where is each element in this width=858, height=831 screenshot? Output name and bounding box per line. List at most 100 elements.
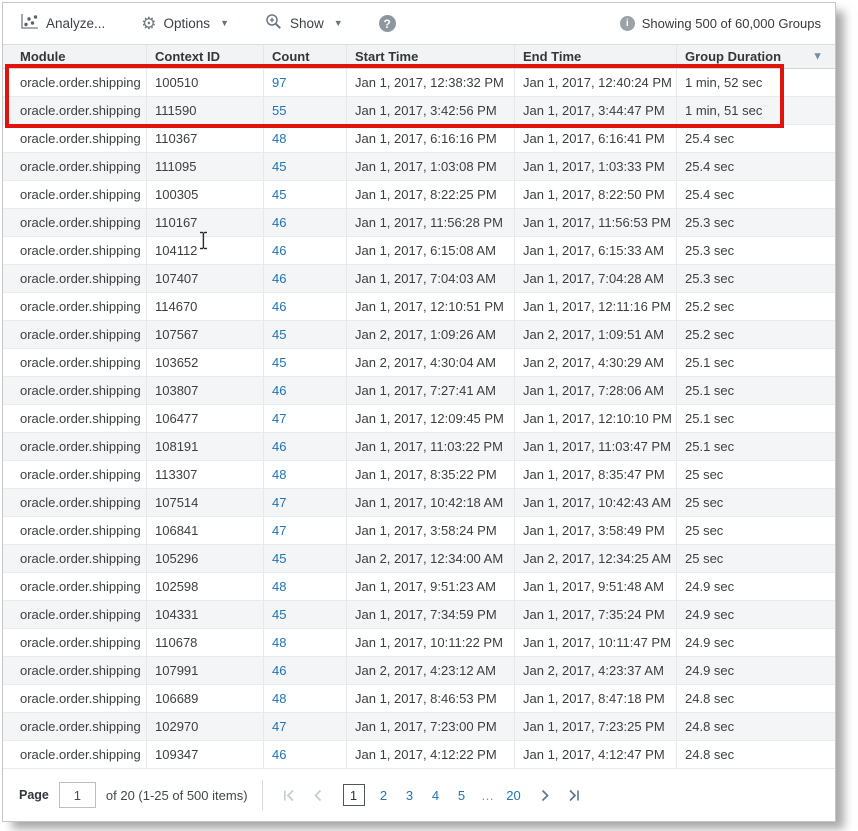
count-link[interactable]: 46	[272, 271, 286, 286]
table-row[interactable]: oracle.order.shipping10684147Jan 1, 2017…	[3, 517, 835, 545]
count-link[interactable]: 45	[272, 551, 286, 566]
cell-context-id: 109347	[147, 741, 264, 768]
table-row[interactable]: oracle.order.shipping10819146Jan 1, 2017…	[3, 433, 835, 461]
table-row[interactable]: oracle.order.shipping10529645Jan 2, 2017…	[3, 545, 835, 573]
column-header-context-id[interactable]: Context ID	[147, 45, 264, 68]
count-link[interactable]: 45	[272, 187, 286, 202]
cell-context-id: 102970	[147, 713, 264, 740]
options-button[interactable]: ⚙ Options ▼	[141, 15, 229, 32]
show-button[interactable]: Show ▼	[265, 13, 343, 34]
analyze-label: Analyze...	[46, 16, 105, 31]
table-row[interactable]: oracle.order.shipping11159055Jan 1, 2017…	[3, 97, 835, 125]
page-number-1[interactable]: 1	[343, 784, 365, 806]
previous-page-button[interactable]	[306, 782, 332, 808]
count-link[interactable]: 45	[272, 159, 286, 174]
pagination-divider	[262, 780, 263, 810]
cell-end-time: Jan 1, 2017, 7:23:25 PM	[515, 713, 677, 740]
analyze-button[interactable]: Analyze...	[19, 13, 105, 34]
show-zoom-icon	[265, 13, 283, 34]
table-row[interactable]: oracle.order.shipping11067848Jan 1, 2017…	[3, 629, 835, 657]
cell-end-time: Jan 1, 2017, 12:11:16 PM	[515, 293, 677, 320]
table-row[interactable]: oracle.order.shipping10740746Jan 1, 2017…	[3, 265, 835, 293]
count-link[interactable]: 48	[272, 691, 286, 706]
table-row[interactable]: oracle.order.shipping10647747Jan 1, 2017…	[3, 405, 835, 433]
count-link[interactable]: 47	[272, 719, 286, 734]
cell-module: oracle.order.shipping	[3, 601, 147, 628]
table-row[interactable]: oracle.order.shipping10365245Jan 2, 2017…	[3, 349, 835, 377]
table-row[interactable]: oracle.order.shipping10799146Jan 2, 2017…	[3, 657, 835, 685]
count-link[interactable]: 45	[272, 607, 286, 622]
table-row[interactable]: oracle.order.shipping10051097Jan 1, 2017…	[3, 69, 835, 97]
count-link[interactable]: 46	[272, 243, 286, 258]
cell-module: oracle.order.shipping	[3, 685, 147, 712]
cell-start-time: Jan 2, 2017, 4:30:04 AM	[347, 349, 515, 376]
cell-count: 48	[264, 685, 347, 712]
cell-end-time: Jan 1, 2017, 9:51:48 AM	[515, 573, 677, 600]
count-link[interactable]: 48	[272, 635, 286, 650]
cell-start-time: Jan 1, 2017, 7:27:41 AM	[347, 377, 515, 404]
count-link[interactable]: 48	[272, 579, 286, 594]
count-link[interactable]: 55	[272, 103, 286, 118]
count-link[interactable]: 47	[272, 495, 286, 510]
cell-end-time: Jan 1, 2017, 7:28:06 AM	[515, 377, 677, 404]
table-row[interactable]: oracle.order.shipping10380746Jan 1, 2017…	[3, 377, 835, 405]
count-link[interactable]: 48	[272, 467, 286, 482]
count-link[interactable]: 97	[272, 75, 286, 90]
table-row[interactable]: oracle.order.shipping10756745Jan 2, 2017…	[3, 321, 835, 349]
count-link[interactable]: 46	[272, 747, 286, 762]
page-input[interactable]	[59, 782, 96, 808]
cell-duration: 24.9 sec	[677, 573, 835, 600]
count-link[interactable]: 46	[272, 215, 286, 230]
cell-count: 45	[264, 153, 347, 180]
cell-module: oracle.order.shipping	[3, 69, 147, 96]
cell-context-id: 110367	[147, 125, 264, 152]
table-row[interactable]: oracle.order.shipping11109545Jan 1, 2017…	[3, 153, 835, 181]
toolbar: Analyze... ⚙ Options ▼ Show ▼ ?	[3, 3, 835, 44]
table-row[interactable]: oracle.order.shipping10030545Jan 1, 2017…	[3, 181, 835, 209]
count-link[interactable]: 45	[272, 327, 286, 342]
count-link[interactable]: 46	[272, 383, 286, 398]
last-page-button[interactable]	[561, 782, 587, 808]
cell-context-id: 111095	[147, 153, 264, 180]
count-link[interactable]: 47	[272, 411, 286, 426]
column-header-module[interactable]: Module	[3, 45, 147, 68]
page-number-2[interactable]: 2	[374, 784, 394, 806]
count-link[interactable]: 47	[272, 523, 286, 538]
column-header-start-time[interactable]: Start Time	[347, 45, 515, 68]
page-number-4[interactable]: 4	[426, 784, 446, 806]
cell-module: oracle.order.shipping	[3, 713, 147, 740]
table-row[interactable]: oracle.order.shipping102970 47 Jan 1, 2017…	[3, 713, 835, 741]
show-label: Show	[290, 16, 324, 31]
column-header-end-time[interactable]: End Time	[515, 45, 677, 68]
table-row[interactable]: oracle.order.shipping10751447Jan 1, 2017…	[3, 489, 835, 517]
page-number-20[interactable]: 20	[504, 784, 524, 806]
next-page-button[interactable]	[532, 782, 558, 808]
column-header-count[interactable]: Count	[264, 45, 347, 68]
count-link[interactable]: 48	[272, 131, 286, 146]
cell-duration: 24.9 sec	[677, 629, 835, 656]
table-row[interactable]: oracle.order.shipping10433145Jan 1, 2017…	[3, 601, 835, 629]
count-link[interactable]: 46	[272, 299, 286, 314]
table-row[interactable]: oracle.order.shipping11036748Jan 1, 2017…	[3, 125, 835, 153]
count-link[interactable]: 46	[272, 663, 286, 678]
cell-context-id: 113307	[147, 461, 264, 488]
cell-end-time: Jan 1, 2017, 8:47:18 PM	[515, 685, 677, 712]
count-link[interactable]: 46	[272, 439, 286, 454]
help-icon[interactable]: ?	[379, 15, 396, 32]
table-row[interactable]: oracle.order.shipping11016746Jan 1, 2017…	[3, 209, 835, 237]
cell-end-time: Jan 1, 2017, 10:11:47 PM	[515, 629, 677, 656]
page-number-5[interactable]: 5	[452, 784, 472, 806]
count-link[interactable]: 45	[272, 355, 286, 370]
table-row[interactable]: oracle.order.shipping10259848Jan 1, 2017…	[3, 573, 835, 601]
table-row[interactable]: oracle.order.shipping10668948Jan 1, 2017…	[3, 685, 835, 713]
table-row[interactable]: oracle.order.shipping10411246Jan 1, 2017…	[3, 237, 835, 265]
cell-duration: 24.8 sec	[677, 713, 835, 740]
table-row[interactable]: oracle.order.shipping10934746Jan 1, 2017…	[3, 741, 835, 769]
cell-context-id: 100510	[147, 69, 264, 96]
page-number-3[interactable]: 3	[400, 784, 420, 806]
table-row[interactable]: oracle.order.shipping11330748Jan 1, 2017…	[3, 461, 835, 489]
first-page-button[interactable]	[277, 782, 303, 808]
table-row[interactable]: oracle.order.shipping11467046Jan 1, 2017…	[3, 293, 835, 321]
cell-end-time: Jan 2, 2017, 12:34:25 AM	[515, 545, 677, 572]
cell-context-id: 103652	[147, 349, 264, 376]
